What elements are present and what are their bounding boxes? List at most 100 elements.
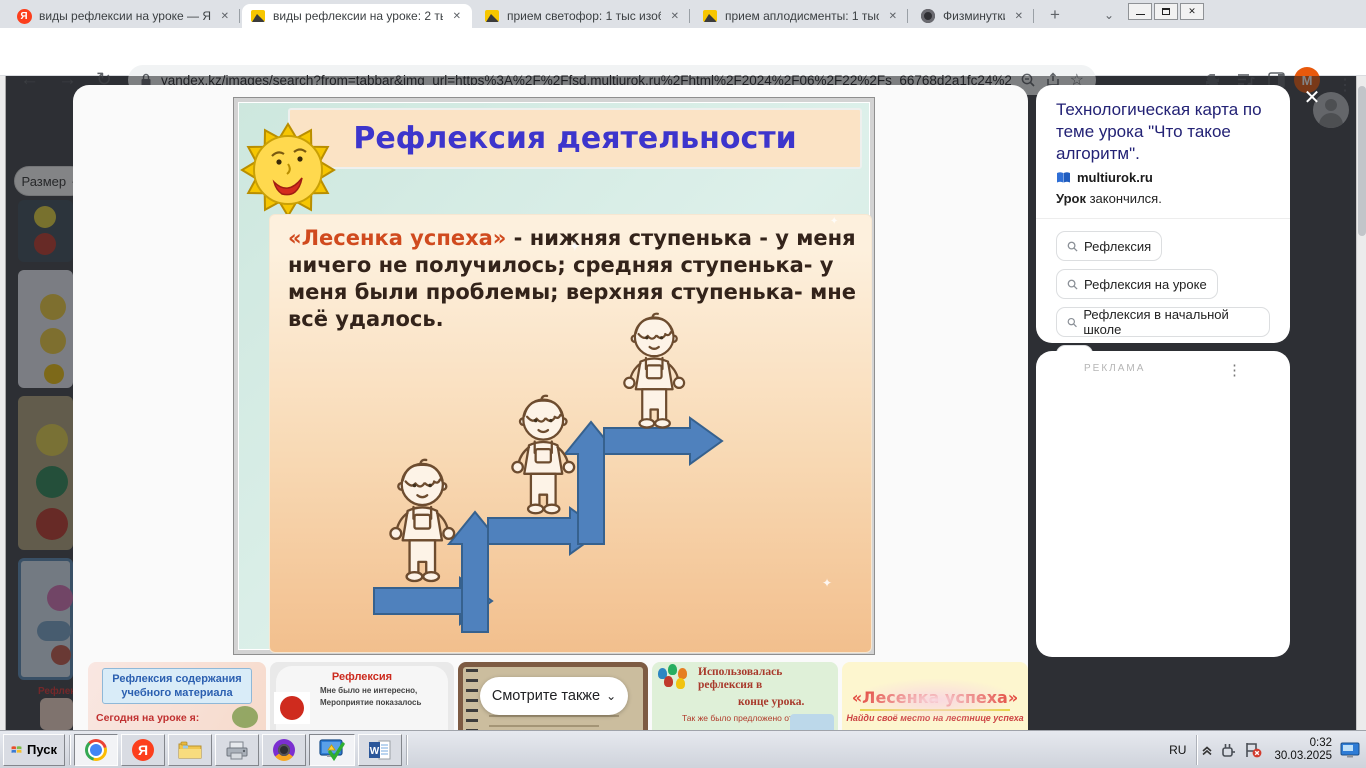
show-desktop-icon[interactable] bbox=[1340, 741, 1362, 759]
thumbnail-subtext: Сегодня на уроке я: bbox=[96, 712, 200, 724]
site-favicon-icon bbox=[920, 9, 936, 23]
related-thumbnail-2[interactable]: Рефлексия Мне было не интересно, Меропри… bbox=[270, 662, 454, 730]
tab-search-chevron-icon[interactable]: ⌄ bbox=[1098, 6, 1120, 24]
start-label: Пуск bbox=[27, 742, 57, 757]
new-tab-button[interactable]: + bbox=[1042, 4, 1068, 26]
image-info-panel: Технологическая карта по теме урока "Что… bbox=[1036, 85, 1290, 477]
hand-prints bbox=[656, 664, 696, 694]
related-thumbnail-4[interactable]: Использовалась рефлексия в конце урока. … bbox=[652, 662, 838, 730]
ad-menu-dots-icon[interactable]: ⋮ bbox=[1227, 361, 1242, 379]
tab-close-icon[interactable]: ✕ bbox=[886, 10, 900, 23]
taskbar-security-button[interactable] bbox=[262, 733, 306, 766]
thumbnail-title: Использовалась рефлексия в bbox=[698, 666, 783, 691]
time: 0:32 bbox=[1309, 736, 1332, 749]
source-row[interactable]: multiurok.ru bbox=[1056, 170, 1270, 185]
taskbar-separator bbox=[69, 734, 71, 765]
tree-shape bbox=[232, 706, 258, 728]
svg-text:W: W bbox=[370, 746, 380, 757]
notebook-spiral bbox=[466, 669, 478, 730]
scrollbar-thumb[interactable] bbox=[1358, 86, 1366, 236]
page-scrollbar[interactable] bbox=[1356, 76, 1366, 730]
taskbar-fax-button[interactable] bbox=[215, 733, 259, 766]
thumbnail-banner: Рефлексия содержания учебного материала bbox=[102, 668, 252, 704]
window-controls: ✕ bbox=[1128, 3, 1204, 20]
search-icon bbox=[1067, 279, 1078, 290]
image-title-link[interactable]: Технологическая карта по теме урока "Что… bbox=[1056, 99, 1270, 165]
divider bbox=[1036, 218, 1290, 219]
sad-smiley-icon bbox=[274, 692, 310, 724]
taskbar-antispyware-button[interactable] bbox=[309, 733, 355, 766]
hidden-icons-chevron-icon[interactable] bbox=[1201, 744, 1213, 756]
taskbar-word-button[interactable]: W bbox=[358, 733, 402, 766]
security-orb-icon bbox=[273, 738, 295, 761]
start-button[interactable]: Пуск bbox=[3, 733, 65, 766]
ladder-of-success-illustration bbox=[373, 312, 724, 633]
image-favicon-icon bbox=[702, 9, 718, 23]
slide-text-panel: «Лесенка успеха» - нижняя ступенька - у … bbox=[269, 214, 872, 653]
image-viewer-panel: Рефлексия деятельности «Лесенка успеха» … bbox=[73, 85, 1028, 730]
slide-title-banner: Рефлексия деятельности bbox=[288, 108, 862, 169]
tab-title: прием светофор: 1 тыс изобра bbox=[507, 9, 661, 23]
image-favicon-icon bbox=[250, 9, 266, 23]
search-icon bbox=[1067, 317, 1077, 327]
tray-separator bbox=[1196, 734, 1199, 765]
tab-strip: Я виды рефлексии на уроке — Ян ✕ виды ре… bbox=[0, 0, 1366, 28]
source-domain: multiurok.ru bbox=[1077, 170, 1153, 185]
clock[interactable]: 0:32 30.03.2025 bbox=[1274, 737, 1332, 763]
word-icon: W bbox=[369, 740, 391, 759]
taskbar-chrome-button[interactable] bbox=[74, 733, 118, 766]
yandex-favicon-icon: Я bbox=[16, 8, 32, 24]
tab-title: виды рефлексии на уроке — Ян bbox=[39, 9, 211, 23]
query-chip[interactable]: Рефлексия bbox=[1056, 231, 1163, 261]
query-chip[interactable]: Рефлексия в начальной школе bbox=[1056, 307, 1270, 337]
taskbar-yandex-button[interactable]: Я bbox=[121, 733, 165, 766]
folder-icon bbox=[178, 741, 202, 758]
tab-close-icon[interactable]: ✕ bbox=[1012, 10, 1026, 23]
see-also-button[interactable]: Смотрите также ⌄ bbox=[480, 677, 628, 715]
chevron-down-icon: ⌄ bbox=[606, 689, 617, 703]
system-tray: RU 0:32 30.03.2025 bbox=[1159, 731, 1366, 768]
thumbnail-text: Мне было не интересно, bbox=[320, 686, 418, 695]
tab-2-active[interactable]: виды рефлексии на уроке: 2 ты ✕ bbox=[242, 4, 472, 28]
sparkle-icon: ✦ bbox=[822, 576, 833, 590]
related-thumbnail-1[interactable]: Рефлексия содержания учебного материала … bbox=[88, 662, 266, 730]
thumbnail-text: Мероприятие показалось bbox=[320, 698, 422, 707]
tab-close-icon[interactable]: ✕ bbox=[450, 10, 464, 23]
window-left-border bbox=[0, 76, 6, 730]
slide-title: Рефлексия деятельности bbox=[353, 121, 797, 156]
taskbar-explorer-button[interactable] bbox=[168, 733, 212, 766]
close-viewer-icon[interactable]: ✕ bbox=[1300, 86, 1324, 110]
query-chip[interactable]: Рефлексия на уроке bbox=[1056, 269, 1218, 299]
thumbnail-title: Рефлексия bbox=[331, 671, 393, 683]
language-indicator[interactable]: RU bbox=[1159, 743, 1196, 757]
sparkle-icon: ✦ bbox=[569, 238, 581, 254]
see-also-label: Смотрите также bbox=[491, 688, 601, 704]
ad-label: РЕКЛАМА bbox=[1084, 363, 1146, 374]
tab-3[interactable]: прием светофор: 1 тыс изобра ✕ bbox=[476, 4, 690, 28]
book-icon bbox=[1057, 172, 1070, 183]
image-favicon-icon bbox=[484, 9, 500, 23]
date: 30.03.2025 bbox=[1274, 749, 1332, 762]
cartoon-figure bbox=[790, 714, 834, 730]
tab-close-icon[interactable]: ✕ bbox=[218, 10, 232, 23]
tab-title: прием аплодисменты: 1 тыс из bbox=[725, 9, 879, 23]
tab-1[interactable]: Я виды рефлексии на уроке — Ян ✕ bbox=[8, 4, 240, 28]
minimize-button[interactable] bbox=[1128, 3, 1152, 20]
taskbar: Пуск Я W RU 0:32 30.03.2025 bbox=[0, 730, 1366, 768]
power-plug-icon[interactable] bbox=[1219, 741, 1237, 759]
page-content: Размер ⌄ Рефлек bbox=[0, 76, 1366, 730]
action-center-flag-icon[interactable] bbox=[1243, 741, 1263, 759]
tab-close-icon[interactable]: ✕ bbox=[668, 10, 682, 23]
slide-image[interactable]: Рефлексия деятельности «Лесенка успеха» … bbox=[233, 97, 875, 655]
close-window-button[interactable]: ✕ bbox=[1180, 3, 1204, 20]
search-icon bbox=[1067, 241, 1078, 252]
maximize-button[interactable] bbox=[1154, 3, 1178, 20]
tab-5[interactable]: Физминутки для рефлексии ✕ bbox=[912, 4, 1034, 28]
printer-icon bbox=[226, 741, 248, 759]
minimize-icon bbox=[1135, 14, 1145, 15]
browser-toolbar: ← → ↻ yandex.kz/images/search?from=tabba… bbox=[0, 28, 1366, 95]
tab-4[interactable]: прием аплодисменты: 1 тыс из ✕ bbox=[694, 4, 908, 28]
related-thumbnail-5[interactable]: «Лесенка успеха» Найди своё место на лес… bbox=[842, 662, 1028, 730]
tab-title: Физминутки для рефлексии bbox=[943, 9, 1005, 23]
thumbnail-title-line2: конце урока. bbox=[738, 696, 805, 708]
